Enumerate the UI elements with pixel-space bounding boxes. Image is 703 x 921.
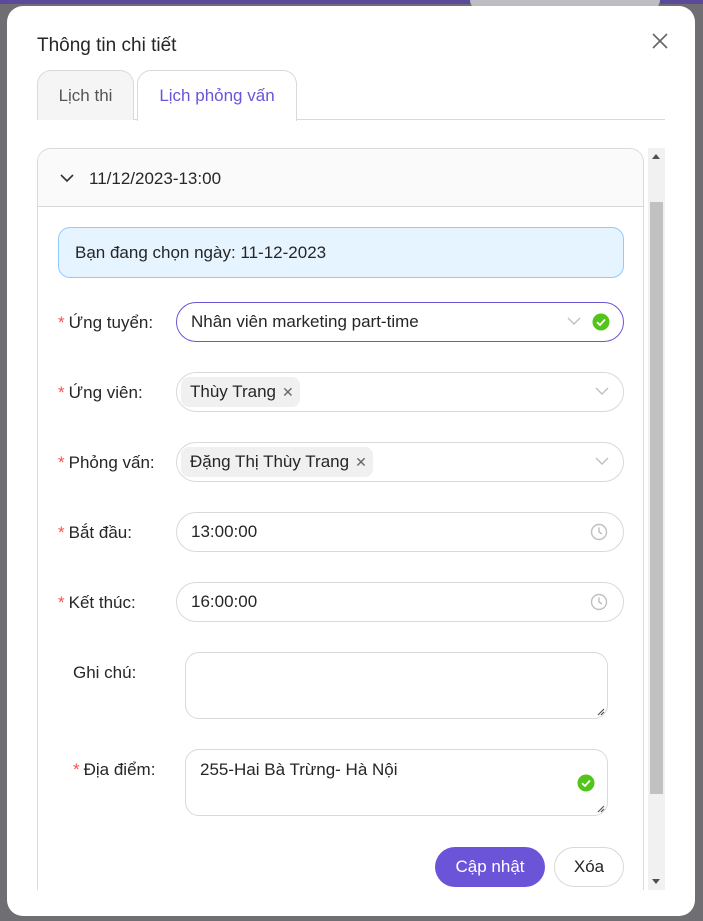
clock-icon	[590, 593, 608, 611]
detail-modal: Thông tin chi tiết Lịch thi Lịch phỏng v…	[7, 6, 695, 916]
position-label: * Ứng tuyển:	[58, 313, 154, 332]
chevron-down-icon	[60, 174, 74, 183]
interviewer-select[interactable]: Đặng Thị Thùy Trang ✕	[176, 442, 624, 482]
location-value: 255-Hai Bà Trừng- Hà Nội	[200, 760, 398, 779]
chevron-down-icon	[595, 387, 609, 395]
update-button[interactable]: Cập nhật	[435, 847, 545, 887]
delete-button[interactable]: Xóa	[554, 847, 624, 887]
candidate-tag: Thùy Trang ✕	[181, 377, 300, 407]
interviewer-tag: Đặng Thị Thùy Trang ✕	[181, 447, 373, 477]
note-textarea[interactable]	[185, 652, 608, 719]
scroll-thumb[interactable]	[650, 202, 663, 794]
location-textarea[interactable]: 255-Hai Bà Trừng- Hà Nội	[185, 749, 608, 816]
position-select[interactable]: Nhân viên marketing part-time	[176, 302, 624, 342]
interview-panel: 11/12/2023-13:00 Bạn đang chọn ngày: 11-…	[37, 148, 644, 890]
required-mark: *	[58, 313, 65, 332]
required-mark: *	[73, 760, 80, 779]
tab-bar: Lịch thi Lịch phỏng vấn	[37, 70, 665, 121]
alert-text: Bạn đang chọn ngày: 11-12-2023	[75, 242, 327, 262]
tag-close-icon[interactable]: ✕	[282, 384, 294, 401]
panel-title: 11/12/2023-13:00	[89, 169, 222, 188]
candidate-label: * Ứng viên:	[58, 383, 143, 402]
tab-interview-schedule[interactable]: Lịch phỏng vấn	[137, 70, 297, 121]
required-mark: *	[58, 453, 65, 472]
modal-title: Thông tin chi tiết	[37, 35, 177, 56]
start-time-picker[interactable]: 13:00:00	[176, 512, 624, 552]
clock-icon	[590, 523, 608, 541]
position-value: Nhân viên marketing part-time	[191, 312, 419, 331]
close-button[interactable]	[647, 28, 673, 54]
success-check-icon	[592, 313, 610, 331]
panel-header[interactable]: 11/12/2023-13:00	[38, 149, 643, 207]
start-time-value: 13:00:00	[191, 522, 258, 541]
tag-close-icon[interactable]: ✕	[355, 454, 367, 471]
location-label: * Địa điểm:	[73, 760, 156, 779]
scroll-up-arrow-icon[interactable]	[652, 154, 660, 159]
resize-handle-icon[interactable]	[595, 706, 605, 716]
chevron-down-icon	[595, 457, 609, 465]
end-time-value: 16:00:00	[191, 592, 258, 611]
success-check-icon	[577, 774, 595, 792]
required-mark: *	[58, 593, 65, 612]
required-mark: *	[58, 523, 65, 542]
tab-exam-schedule[interactable]: Lịch thi	[37, 70, 134, 120]
scroll-area: 11/12/2023-13:00 Bạn đang chọn ngày: 11-…	[37, 148, 665, 890]
resize-handle-icon[interactable]	[595, 803, 605, 813]
selected-date-alert: Bạn đang chọn ngày: 11-12-2023	[58, 227, 624, 278]
close-icon	[652, 33, 668, 49]
interviewer-label: * Phỏng vấn:	[58, 453, 155, 472]
end-time-picker[interactable]: 16:00:00	[176, 582, 624, 622]
end-label: * Kết thúc:	[58, 593, 136, 612]
candidate-select[interactable]: Thùy Trang ✕	[176, 372, 624, 412]
scroll-down-arrow-icon[interactable]	[652, 879, 660, 884]
note-label: Ghi chú:	[73, 663, 137, 682]
chevron-down-icon	[567, 317, 581, 325]
vertical-scrollbar[interactable]	[648, 148, 665, 890]
required-mark: *	[58, 383, 65, 402]
start-label: * Bắt đầu:	[58, 523, 132, 542]
